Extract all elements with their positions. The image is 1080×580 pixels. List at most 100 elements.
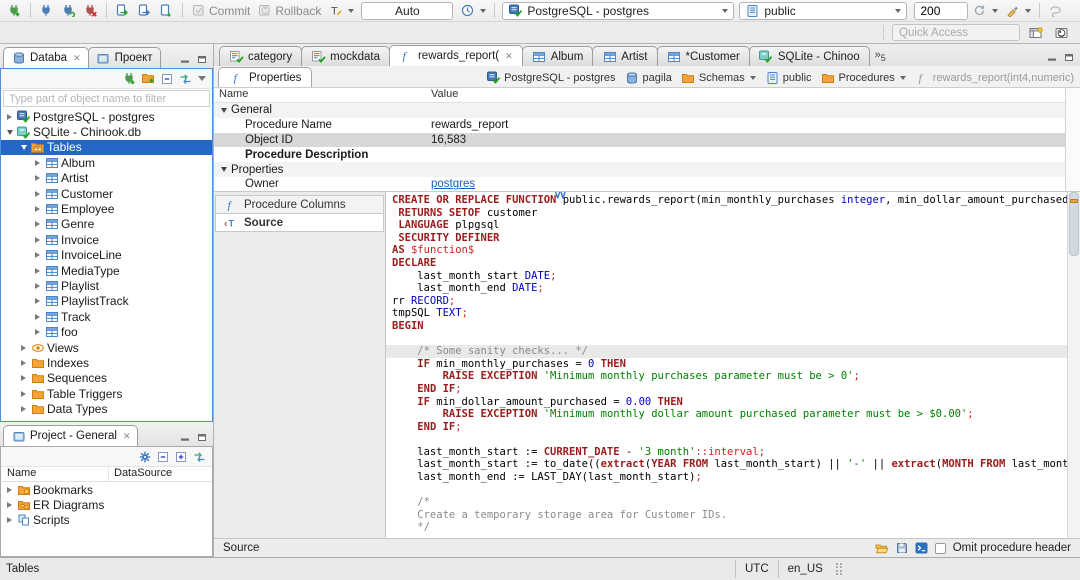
tree-item-mediatype[interactable]: MediaType bbox=[1, 263, 212, 278]
collapse-arrow-icon[interactable] bbox=[221, 167, 227, 173]
code-line[interactable] bbox=[386, 484, 1067, 497]
grid-paint-button[interactable] bbox=[1002, 1, 1034, 21]
chevron-down-icon[interactable] bbox=[749, 75, 756, 80]
tab-projects[interactable]: Проект bbox=[87, 47, 161, 68]
expand-arrow-icon[interactable] bbox=[33, 329, 42, 336]
code-line[interactable]: last_month_start := CURRENT_DATE - '3 mo… bbox=[386, 446, 1067, 459]
code-line[interactable]: IF min_monthly_purchases = 0 THEN bbox=[386, 358, 1067, 371]
link-with-editor-icon[interactable] bbox=[193, 451, 206, 463]
sql-console-button[interactable] bbox=[134, 1, 155, 21]
omit-header-label[interactable]: Omit procedure header bbox=[953, 542, 1071, 554]
chevron-down-icon[interactable] bbox=[899, 75, 906, 80]
breadcrumb-public[interactable]: public bbox=[765, 71, 812, 84]
breadcrumb-schemas[interactable]: Schemas bbox=[681, 72, 756, 84]
fetch-size-input[interactable] bbox=[914, 1, 969, 20]
expand-arrow-icon[interactable] bbox=[19, 375, 28, 382]
breadcrumb-procedures[interactable]: Procedures bbox=[821, 72, 906, 84]
expand-arrow-icon[interactable] bbox=[5, 502, 14, 509]
load-from-file-icon[interactable] bbox=[875, 543, 889, 554]
code-line[interactable]: last_month_end DATE; bbox=[386, 282, 1067, 295]
grid-row-object-id[interactable]: Object ID 16,583 bbox=[214, 132, 1080, 148]
maximize-icon[interactable] bbox=[197, 55, 207, 64]
datasource-select[interactable]: PostgreSQL - postgres bbox=[502, 1, 735, 20]
collapse-arrow-icon[interactable] bbox=[221, 107, 227, 113]
code-line[interactable]: AS $function$ bbox=[386, 244, 1067, 257]
grid-group-properties[interactable]: Properties bbox=[214, 162, 1080, 177]
editor-tab-category[interactable]: category bbox=[219, 46, 303, 66]
code-line[interactable]: END IF; bbox=[386, 421, 1067, 434]
new-folder-icon[interactable] bbox=[142, 73, 155, 84]
close-icon[interactable]: ✕ bbox=[123, 431, 131, 442]
tree-item-data-types[interactable]: Data Types bbox=[1, 401, 212, 416]
code-line[interactable] bbox=[386, 433, 1067, 446]
collapse-all-icon[interactable] bbox=[161, 73, 173, 85]
expand-arrow-icon[interactable] bbox=[33, 313, 42, 320]
tree-item-employee[interactable]: Employee bbox=[1, 201, 212, 216]
code-line[interactable] bbox=[386, 333, 1067, 346]
tree-item-playlisttrack[interactable]: PlaylistTrack bbox=[1, 294, 212, 309]
expand-arrow-icon[interactable] bbox=[33, 190, 42, 197]
code-line[interactable]: RAISE EXCEPTION 'Minimum monthly dollar … bbox=[386, 408, 1067, 421]
invalidate-connection-button[interactable] bbox=[58, 1, 79, 21]
tree-item-playlist[interactable]: Playlist bbox=[1, 278, 212, 293]
code-line[interactable]: /* bbox=[386, 496, 1067, 509]
rollback-button[interactable]: Rollback bbox=[254, 1, 324, 21]
code-line[interactable]: last_month_start DATE; bbox=[386, 270, 1067, 283]
project-item-scripts[interactable]: Scripts bbox=[1, 513, 212, 528]
object-filter-input[interactable] bbox=[3, 90, 210, 107]
expand-arrow-icon[interactable] bbox=[19, 390, 28, 397]
tree-item-views[interactable]: Views bbox=[1, 340, 212, 355]
maximize-icon[interactable] bbox=[1064, 53, 1074, 62]
expand-arrow-icon[interactable] bbox=[33, 267, 42, 274]
code-line[interactable]: last_month_end := LAST_DAY(last_month_st… bbox=[386, 471, 1067, 484]
breadcrumb-rewards-report-int4-numeric[interactable]: f rewards_report(int4,numeric) bbox=[915, 72, 1074, 84]
commit-button[interactable]: Commit bbox=[188, 1, 253, 21]
gear-icon[interactable] bbox=[139, 451, 151, 463]
column-header-name[interactable]: Name bbox=[214, 88, 431, 102]
connect-button[interactable] bbox=[36, 1, 57, 21]
disconnect-button[interactable] bbox=[80, 1, 101, 21]
lasso-button[interactable] bbox=[1045, 1, 1066, 21]
code-line[interactable]: SECURITY DEFINER bbox=[386, 232, 1067, 245]
expand-arrow-icon[interactable] bbox=[33, 282, 42, 289]
open-perspective-button[interactable] bbox=[1025, 23, 1046, 43]
breadcrumb-postgresql-postgres[interactable]: PostgreSQL - postgres bbox=[486, 71, 616, 84]
tree-item-album[interactable]: Album bbox=[1, 155, 212, 170]
status-timezone[interactable]: UTC bbox=[735, 560, 778, 578]
collapse-all-icon[interactable] bbox=[157, 451, 169, 463]
minimize-icon[interactable] bbox=[180, 55, 190, 64]
code-line[interactable]: Create a temporary storage area for Cust… bbox=[386, 509, 1067, 522]
expand-arrow-icon[interactable] bbox=[33, 221, 42, 228]
commit-mode-select[interactable]: Auto bbox=[361, 1, 454, 20]
new-sql-editor-button[interactable] bbox=[156, 1, 177, 21]
editor-tab-mockdata[interactable]: mockdata bbox=[301, 46, 390, 66]
code-line[interactable]: tmpSQL TEXT; bbox=[386, 307, 1067, 320]
expand-arrow-icon[interactable] bbox=[33, 175, 42, 182]
code-line[interactable]: DECLARE bbox=[386, 257, 1067, 270]
schema-select[interactable]: public bbox=[739, 1, 908, 20]
side-tab-procedure-columns[interactable]: f Procedure Columns bbox=[215, 195, 384, 214]
tree-item-indexes[interactable]: Indexes bbox=[1, 355, 212, 370]
grid-row-procedure-description[interactable]: Procedure Description bbox=[214, 147, 1080, 162]
code-area[interactable]: CREATE OR REPLACE FUNCTION public.reward… bbox=[386, 192, 1067, 538]
project-item-bookmarks[interactable]: Bookmarks bbox=[1, 482, 212, 497]
tree-item-postgresql-postgres[interactable]: PostgreSQL - postgres bbox=[1, 109, 212, 124]
expand-arrow-icon[interactable] bbox=[33, 159, 42, 166]
editor-tab-sqlite-chinoo[interactable]: SQLite - Chinoo bbox=[748, 46, 870, 66]
tree-item-foo[interactable]: foo bbox=[1, 324, 212, 339]
editor-tab-rewards-report[interactable]: f rewards_report(✕ bbox=[388, 45, 523, 66]
save-to-file-icon[interactable] bbox=[896, 542, 908, 554]
property-value[interactable]: postgres bbox=[431, 178, 1080, 190]
grid-scrollbar[interactable] bbox=[1065, 88, 1080, 191]
view-menu-icon[interactable] bbox=[198, 76, 206, 81]
expand-arrow-icon[interactable] bbox=[33, 298, 42, 305]
tab-properties[interactable]: f Properties bbox=[218, 67, 313, 87]
tree-item-invoice[interactable]: Invoice bbox=[1, 232, 212, 247]
breadcrumb-pagila[interactable]: pagila bbox=[625, 72, 672, 84]
new-connection-button[interactable] bbox=[4, 1, 25, 21]
transaction-mode-button[interactable]: T bbox=[325, 1, 357, 21]
sql-editor-button[interactable] bbox=[112, 1, 133, 21]
code-line[interactable]: END IF; bbox=[386, 383, 1067, 396]
tree-item-track[interactable]: Track bbox=[1, 309, 212, 324]
code-line[interactable]: /* Some sanity checks... */ bbox=[386, 345, 1067, 358]
